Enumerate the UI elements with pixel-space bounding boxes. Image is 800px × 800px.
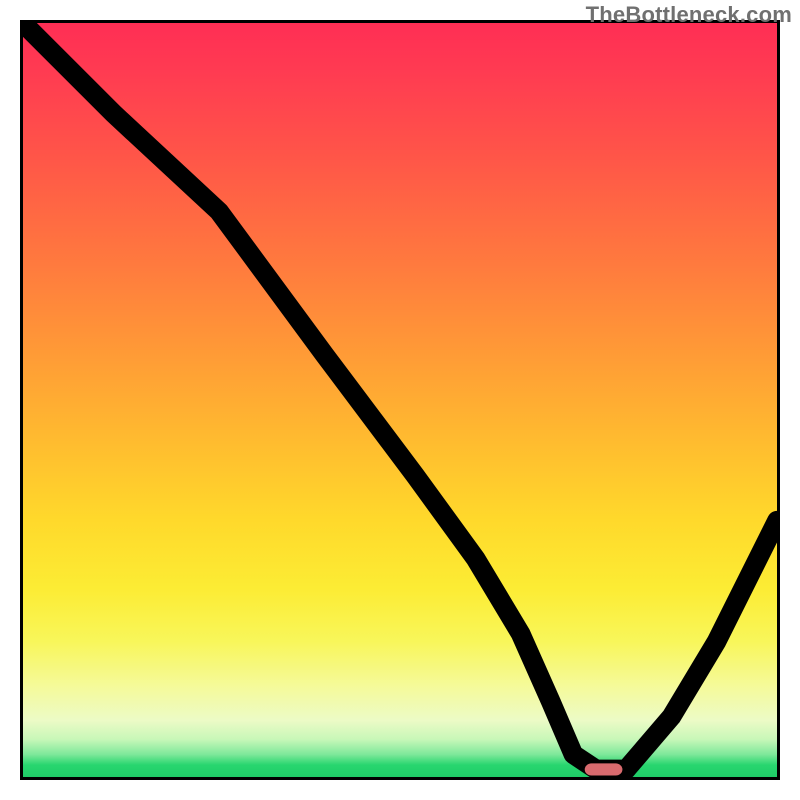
watermark-text: TheBottleneck.com [586,2,792,28]
plot-area [20,20,780,780]
curve-layer [23,23,777,777]
chart-canvas: TheBottleneck.com [0,0,800,800]
optimal-marker [585,763,623,775]
bottleneck-curve [23,23,777,769]
